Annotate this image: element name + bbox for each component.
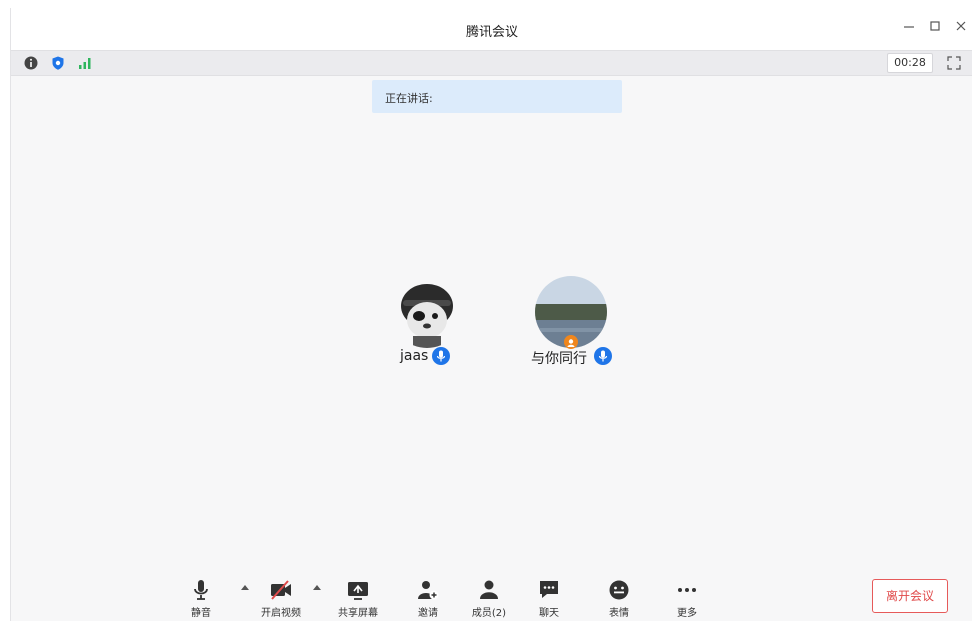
- add-person-icon: [418, 581, 439, 600]
- video-options-caret-icon[interactable]: [313, 585, 321, 590]
- leave-meeting-button[interactable]: 离开会议: [872, 579, 948, 613]
- close-icon[interactable]: [951, 18, 971, 38]
- smiley-icon: [609, 580, 629, 600]
- participant-name-yu-ni-tong-xing: 与你同行: [531, 351, 587, 367]
- members-label: 成员(2): [471, 608, 507, 619]
- start-video-label: 开启视频: [261, 608, 301, 619]
- fullscreen-icon[interactable]: [945, 54, 963, 72]
- share-screen-button[interactable]: 共享屏幕: [336, 576, 380, 620]
- host-badge-icon: [564, 335, 578, 349]
- share-screen-icon: [348, 582, 368, 600]
- more-dots-icon: [678, 588, 696, 592]
- invite-button[interactable]: 邀请: [406, 576, 450, 620]
- participant-mic-icon: [432, 347, 450, 365]
- mute-label: 静音: [191, 608, 211, 619]
- minimize-icon[interactable]: [899, 18, 919, 38]
- members-button[interactable]: 成员(2): [467, 576, 511, 620]
- maximize-icon[interactable]: [925, 18, 945, 38]
- invite-label: 邀请: [418, 608, 438, 619]
- members-icon: [480, 580, 498, 599]
- more-label: 更多: [677, 608, 697, 619]
- mute-button[interactable]: 静音: [179, 576, 223, 620]
- meeting-timer: 00:28: [887, 53, 933, 73]
- chat-bubble-icon: [540, 581, 558, 598]
- speaking-label: 正在讲话:: [385, 92, 433, 105]
- security-shield-icon[interactable]: [50, 55, 66, 71]
- title-bar: 腾讯会议: [11, 8, 972, 50]
- more-button[interactable]: 更多: [665, 576, 709, 620]
- video-off-icon: [271, 580, 291, 600]
- meeting-window: 腾讯会议 00:28 正在讲话: jaas 与你同行 静音 开启视频 共享屏幕 …: [10, 8, 972, 621]
- audio-options-caret-icon[interactable]: [241, 585, 249, 590]
- participant-name-jaas: jaas: [400, 348, 429, 364]
- info-icon[interactable]: [23, 55, 39, 71]
- speaking-indicator: 正在讲话:: [372, 80, 622, 113]
- start-video-button[interactable]: 开启视频: [259, 576, 303, 620]
- status-bar: 00:28: [11, 50, 972, 76]
- share-screen-label: 共享屏幕: [338, 608, 378, 619]
- emoji-button[interactable]: 表情: [597, 576, 641, 620]
- window-title: 腾讯会议: [465, 25, 518, 40]
- participant-mic-icon: [594, 347, 612, 365]
- chat-button[interactable]: 聊天: [527, 576, 571, 620]
- avatar-jaas[interactable]: [391, 276, 463, 348]
- microphone-icon: [194, 580, 208, 600]
- network-signal-icon[interactable]: [77, 55, 93, 71]
- emoji-label: 表情: [609, 608, 629, 619]
- chat-label: 聊天: [539, 608, 559, 619]
